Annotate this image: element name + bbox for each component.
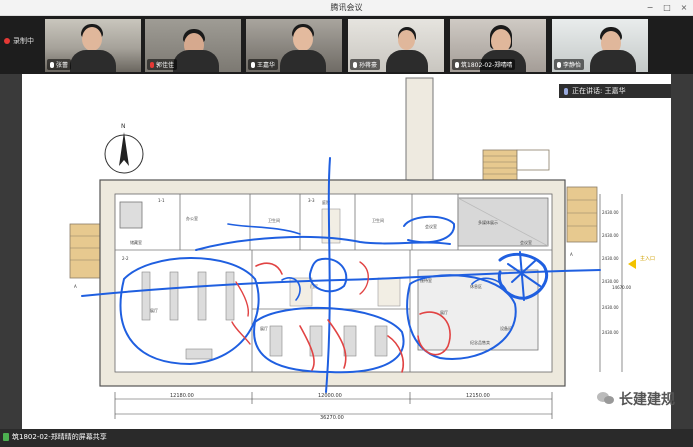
microphone-icon <box>353 61 357 68</box>
record-icon <box>4 38 10 44</box>
watermark-text: 长建建规 <box>619 392 675 408</box>
participant-name-label: 孙蒋豪 <box>350 59 381 70</box>
participant-tile[interactable]: 王嘉华 <box>246 19 342 72</box>
microphone-icon <box>557 61 561 68</box>
shared-screen[interactable]: N 卫生间 卫生间 办公室 庭院 会议室 展厅 展厅 接待室 门厅 多媒体展示 … <box>0 74 693 429</box>
wechat-watermark: 长建建规 <box>597 389 675 409</box>
dimension-value: 12000.00 <box>318 393 342 399</box>
room-label: 纪念品售卖 <box>470 339 490 345</box>
participant-name: 王嘉华 <box>257 62 276 69</box>
dimension-value: 12150.00 <box>466 393 490 399</box>
microphone-icon <box>564 87 568 95</box>
room-label: 多媒体展示 <box>478 219 498 225</box>
participant-body <box>280 50 326 72</box>
recording-label: 录制中 <box>13 37 34 45</box>
participant-face <box>82 27 102 51</box>
minimize-button[interactable]: − <box>645 1 655 14</box>
participant-name-label: 李静怡 <box>554 59 585 70</box>
participant-name-label: 筑1802-02-郑晴晴 <box>452 59 516 70</box>
microphone-muted-icon <box>150 61 154 68</box>
screen-share-label: 筑1802-02-郑晴晴的屏幕共享 <box>12 433 107 441</box>
screen-share-icon <box>3 433 9 441</box>
room-label: 卫生间 <box>268 217 280 223</box>
participant-body <box>70 50 116 72</box>
participant-name: 筑1802-02-郑晴晴 <box>461 62 513 69</box>
participant-tile[interactable]: 筑1802-02-郑晴晴 <box>450 19 546 72</box>
participant-face <box>398 30 415 50</box>
floor-plan-drawing[interactable]: N 卫生间 卫生间 办公室 庭院 会议室 展厅 展厅 接待室 门厅 多媒体展示 … <box>0 74 693 429</box>
participant-tile[interactable]: 张蕾 <box>45 19 141 72</box>
window-controls: − □ × <box>645 1 689 14</box>
participant-name-label: 张蕾 <box>47 59 72 70</box>
participant-tile[interactable]: 孙蒋豪 <box>348 19 444 72</box>
room-label: 会议室 <box>520 239 532 245</box>
dimension-value: 2430.00 <box>602 210 619 215</box>
recording-indicator[interactable]: 录制中 <box>4 36 34 46</box>
maximize-button[interactable]: □ <box>662 1 672 14</box>
active-speaker-indicator: 正在讲话: 王嘉华 <box>559 84 671 98</box>
dimension-value: 2430.00 <box>602 305 619 310</box>
microphone-icon <box>251 61 255 68</box>
participant-face <box>293 27 313 51</box>
north-label: N <box>121 123 126 130</box>
room-label: 展厅 <box>150 307 158 313</box>
participant-tile[interactable]: 郭佳佳 <box>145 19 241 72</box>
participant-body <box>386 50 428 72</box>
screen-share-indicator[interactable]: 筑1802-02-郑晴晴的屏幕共享 <box>3 432 107 442</box>
window-title: 腾讯会议 <box>330 3 363 12</box>
room-label: 办公室 <box>186 215 198 221</box>
room-label: 展厅 <box>440 309 448 315</box>
microphone-icon <box>50 61 54 68</box>
active-speaker-label: 正在讲话: 王嘉华 <box>572 87 626 95</box>
dimension-value: 2430.00 <box>602 233 619 238</box>
section-marker: 1-1 <box>158 198 165 203</box>
room-label: 会议室 <box>425 223 437 229</box>
participant-strip: 录制中 张蕾 郭佳佳 王嘉华 孙蒋豪 筑1802-02-郑晴晴 李静怡 <box>0 16 693 74</box>
side-label: A <box>74 284 77 289</box>
room-label: 展厅 <box>260 325 268 331</box>
room-label: 卫生间 <box>372 217 384 223</box>
participant-name-label: 郭佳佳 <box>147 59 178 70</box>
side-label: A <box>570 252 573 257</box>
section-marker: 3-3 <box>308 198 315 203</box>
dimension-value: 2430.00 <box>602 279 619 284</box>
participant-tile[interactable]: 李静怡 <box>552 19 648 72</box>
wechat-icon <box>597 392 615 406</box>
participant-name-label: 王嘉华 <box>248 59 279 70</box>
dimension-value: 2430.00 <box>602 256 619 261</box>
dimension-total: 36270.00 <box>320 415 344 421</box>
room-label: 储藏室 <box>130 239 142 245</box>
participant-body <box>173 50 219 72</box>
screen-share-bar: 筑1802-02-郑晴晴的屏幕共享 <box>0 429 693 447</box>
dimension-value: 12180.00 <box>170 393 194 399</box>
dimension-value: 2430.00 <box>602 330 619 335</box>
participant-name: 郭佳佳 <box>156 62 175 69</box>
entrance-label: 主入口 <box>640 255 655 262</box>
title-bar: 腾讯会议 − □ × <box>0 0 693 16</box>
section-marker: 2-2 <box>122 256 129 261</box>
close-button[interactable]: × <box>679 1 689 14</box>
participant-name: 张蕾 <box>56 62 69 69</box>
participant-name: 孙蒋豪 <box>359 62 378 69</box>
tower-block <box>405 77 434 182</box>
participant-body <box>590 50 636 72</box>
microphone-icon <box>455 61 459 68</box>
dimension-total: 14670.00 <box>612 285 632 290</box>
participant-name: 李静怡 <box>563 62 582 69</box>
